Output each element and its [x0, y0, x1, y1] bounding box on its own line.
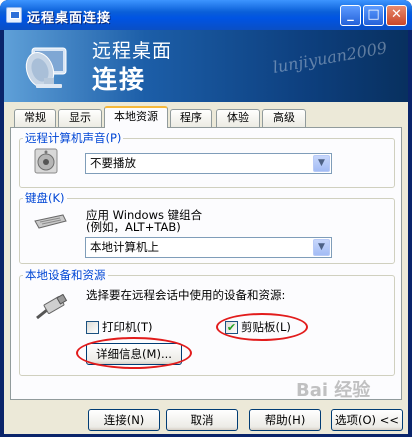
keyboard-combo-value: 本地计算机上 [90, 240, 159, 254]
close-button[interactable]: ✕ [386, 5, 407, 26]
tab-general[interactable]: 常规 [14, 109, 56, 127]
tab-display[interactable]: 显示 [58, 109, 102, 127]
tab-advanced[interactable]: 高级 [262, 109, 306, 127]
minimize-button[interactable]: _ [340, 5, 361, 26]
printer-checkbox[interactable] [86, 321, 99, 334]
tab-programs[interactable]: 程序 [170, 109, 212, 127]
devices-desc: 选择要在远程会话中使用的设备和资源: [86, 288, 286, 302]
window-title: 远程桌面连接 [27, 10, 112, 25]
monitor-satellite-icon [25, 47, 67, 88]
sound-group-title: 远程计算机声音(P) [23, 131, 124, 145]
options-button[interactable]: 选项(O) << [331, 409, 403, 431]
watermark-text: lunjiyuan2009 [271, 38, 389, 77]
remote-desktop-icon [6, 7, 22, 23]
chevron-down-icon[interactable]: ▼ [313, 155, 330, 172]
keyboard-combo[interactable]: 本地计算机上 ▼ [85, 237, 332, 258]
connect-button[interactable]: 连接(N) [88, 409, 160, 431]
clipboard-annotation-ellipse [216, 313, 308, 341]
baidu-watermark: Bai 经验 [296, 380, 371, 401]
banner: 远程桌面 连接 lunjiyuan2009 [4, 30, 408, 102]
help-button[interactable]: 帮助(H) [249, 409, 321, 431]
keyboard-icon [34, 214, 67, 229]
chevron-down-icon[interactable]: ▼ [313, 239, 330, 256]
maximize-button[interactable]: □ [363, 5, 384, 26]
cancel-button[interactable]: 取消 [166, 409, 238, 431]
devices-group-title: 本地设备和资源 [23, 268, 108, 282]
banner-title-line1: 远程桌面 [92, 40, 173, 62]
speaker-icon [34, 148, 58, 174]
keyboard-desc-line2: (例如，ALT+TAB) [86, 220, 181, 234]
keyboard-group-title: 键盘(K) [23, 191, 67, 205]
remote-desktop-window: 远程桌面连接 _ □ ✕ 远程桌面 连接 lunjiyuan2009 常规 显示… [0, 0, 412, 437]
sound-combo-value: 不要播放 [90, 156, 136, 170]
tab-experience[interactable]: 体验 [216, 109, 260, 127]
details-annotation-ellipse [76, 337, 192, 369]
tab-local-resources[interactable]: 本地资源 [104, 106, 168, 128]
title-bar[interactable]: 远程桌面连接 _ □ ✕ [0, 0, 412, 30]
printer-label[interactable]: 打印机(T) [102, 320, 153, 334]
sound-combo[interactable]: 不要播放 ▼ [85, 153, 332, 174]
usb-plug-icon [36, 294, 68, 320]
banner-title-line2: 连接 [92, 65, 147, 94]
